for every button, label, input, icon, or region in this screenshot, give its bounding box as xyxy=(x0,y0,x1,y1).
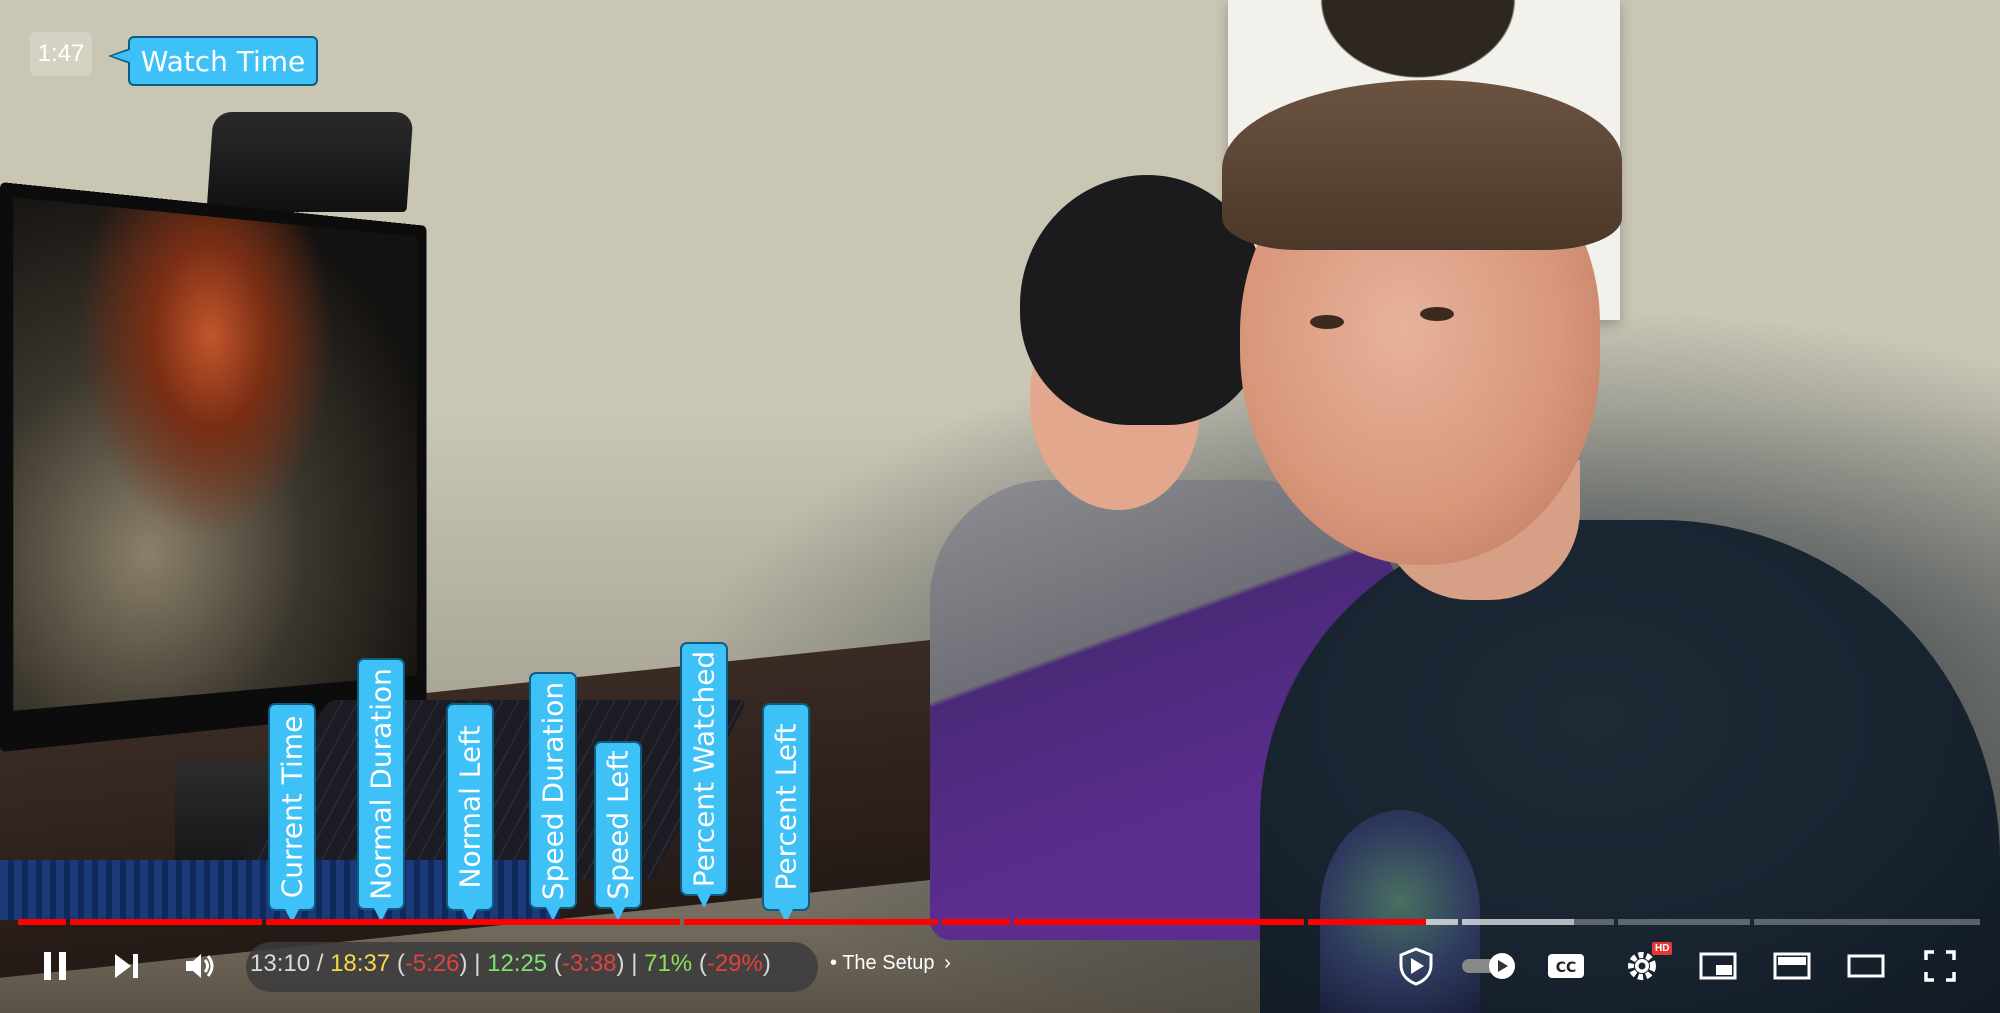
hd-badge: HD xyxy=(1652,942,1673,955)
captions-button[interactable]: CC xyxy=(1542,938,1590,994)
chapter-segment[interactable] xyxy=(266,919,680,925)
played-bar xyxy=(70,919,262,925)
watch-time-callout: Watch Time xyxy=(108,36,318,86)
callout-percent-watched: Percent Watched xyxy=(680,642,728,908)
normal-duration: 18:37 xyxy=(330,950,391,977)
percent-left: -29% xyxy=(706,950,763,977)
mute-button[interactable] xyxy=(175,938,225,994)
autoplay-toggle-icon xyxy=(1462,953,1515,979)
played-bar xyxy=(266,919,680,925)
chapter-segment[interactable] xyxy=(1754,919,1980,925)
speed-duration: 12:25 xyxy=(487,950,548,977)
miniplayer-icon xyxy=(1699,952,1737,980)
played-bar xyxy=(1014,919,1304,925)
miniplayer-button[interactable] xyxy=(1694,938,1742,994)
fullscreen-icon xyxy=(1924,950,1956,982)
chevron-right-icon: › xyxy=(944,952,951,974)
chapter-name: The Setup xyxy=(842,952,935,974)
pause-button[interactable] xyxy=(30,938,80,994)
callout-speed-duration: Speed Duration xyxy=(529,672,577,921)
pip-icon xyxy=(1773,952,1811,980)
eye xyxy=(1420,307,1454,321)
chapter-segment[interactable] xyxy=(684,919,938,925)
buffered-bar xyxy=(1426,919,1458,925)
lamp xyxy=(206,112,414,212)
buffered-bar xyxy=(1462,919,1574,925)
chapter-segment[interactable] xyxy=(1014,919,1304,925)
played-bar xyxy=(1308,919,1426,925)
chapter-bullet: • xyxy=(830,952,838,974)
theater-icon xyxy=(1847,954,1885,978)
current-time: 13:10 xyxy=(250,950,311,977)
callout-normal-left: Normal Left xyxy=(446,703,494,923)
chapter-segment[interactable] xyxy=(942,919,1010,925)
callout-normal-duration: Normal Duration xyxy=(357,658,405,922)
eye xyxy=(1310,315,1344,329)
pause-icon xyxy=(44,952,66,980)
chapter-segment[interactable] xyxy=(1618,919,1750,925)
percent-watched: 71% xyxy=(644,950,693,977)
video-player[interactable]: { "watch_time": {"value": "1:47", "label… xyxy=(0,0,2000,1013)
callout-current-time: Current Time xyxy=(268,703,316,923)
next-icon xyxy=(115,954,138,978)
chapter-title[interactable]: • The Setup › xyxy=(830,952,951,975)
next-button[interactable] xyxy=(102,938,152,994)
speed-left: -3:38 xyxy=(561,950,617,977)
chapter-segment[interactable] xyxy=(18,919,66,925)
chapter-segment[interactable] xyxy=(1462,919,1614,925)
watch-time-value: 1:47 xyxy=(30,32,92,76)
shield-icon xyxy=(1399,947,1433,986)
played-bar xyxy=(684,919,938,925)
shield-button[interactable] xyxy=(1392,938,1440,994)
volume-icon xyxy=(186,954,214,978)
time-separator: / xyxy=(316,950,324,977)
theater-mode-button[interactable] xyxy=(1842,938,1890,994)
controls-bar: 13:10 / 18:37 (-5:26) | 12:25 (-3:38) | … xyxy=(0,930,2000,1000)
chapter-segment[interactable] xyxy=(70,919,262,925)
chapter-segment[interactable] xyxy=(1308,919,1458,925)
pip-button[interactable] xyxy=(1768,938,1816,994)
svg-text:CC: CC xyxy=(1556,960,1577,976)
autoplay-toggle[interactable] xyxy=(1458,938,1520,994)
cc-icon: CC xyxy=(1548,954,1584,978)
normal-left: -5:26 xyxy=(404,950,460,977)
fullscreen-button[interactable] xyxy=(1916,938,1964,994)
progress-bar[interactable] xyxy=(18,919,1980,925)
played-bar xyxy=(942,919,1010,925)
callout-percent-left: Percent Left xyxy=(762,703,810,923)
monitor-screen xyxy=(13,197,417,711)
person-right-hair xyxy=(1222,80,1622,250)
time-display-text: 13:10 / 18:37 (-5:26) | 12:25 (-3:38) | … xyxy=(250,950,771,977)
played-bar xyxy=(18,919,66,925)
callout-speed-left: Speed Left xyxy=(594,741,642,921)
